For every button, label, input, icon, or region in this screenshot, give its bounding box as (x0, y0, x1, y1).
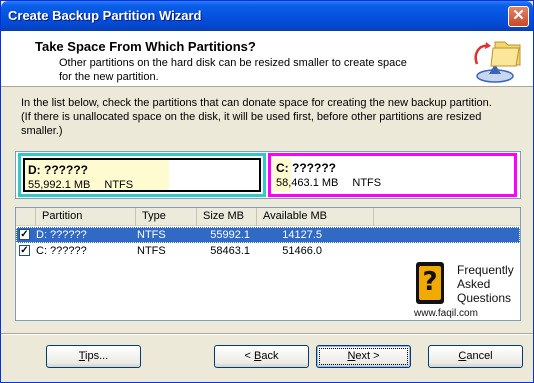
cell-available: 51466.0 (282, 245, 322, 257)
question-mark-glyph: ? (419, 266, 441, 300)
partition-c-fs: NTFS (352, 177, 382, 189)
cell-partition: D: ?????? (36, 229, 87, 241)
column-header-available[interactable]: Available MB (257, 208, 374, 226)
partition-map: D: ?????? 55,992.1 MB NTFS C: ?????? 58,4… (15, 151, 521, 199)
folder-arrow-icon (474, 41, 521, 83)
cell-partition: C: ?????? (36, 245, 87, 257)
column-header-partition[interactable]: Partition (36, 208, 136, 226)
wizard-window: Create Backup Partition Wizard ✕ Take Sp… (0, 0, 534, 383)
faq-line-1: Frequently (457, 263, 514, 277)
partition-c-info: 58,463.1 MB NTFS (276, 177, 395, 189)
wizard-header: Take Space From Which Partitions? Other … (1, 31, 533, 87)
close-button[interactable]: ✕ (508, 6, 529, 27)
partition-c-name: C: ?????? (276, 161, 336, 175)
cell-size: 58463.1 (210, 245, 250, 257)
next-button[interactable]: Next > (316, 345, 411, 368)
table-row[interactable]: ✓ D: ?????? NTFS 55992.1 14127.5 (16, 227, 520, 243)
page-title: Take Space From Which Partitions? (35, 39, 256, 54)
table-row[interactable]: ✓ C: ?????? NTFS 58463.1 51466.0 (16, 243, 520, 259)
cell-size: 55992.1 (210, 229, 250, 241)
faq-line-2: Asked (457, 277, 491, 291)
question-mark-logo-icon: ? (416, 262, 444, 304)
row-checkbox-c[interactable]: ✓ (19, 245, 30, 256)
column-header-size[interactable]: Size MB (197, 208, 257, 226)
partition-block-d[interactable]: D: ?????? 55,992.1 MB NTFS (18, 153, 266, 197)
partition-d-fs: NTFS (104, 179, 134, 191)
faq-url: www.faqil.com (414, 308, 478, 319)
partition-d-info: 55,992.1 MB NTFS (28, 179, 147, 191)
cell-type: NTFS (137, 245, 166, 257)
back-button[interactable]: < Back (214, 345, 309, 368)
footer-divider (1, 333, 533, 335)
column-header-type[interactable]: Type (136, 208, 197, 226)
list-header: Partition Type Size MB Available MB (16, 208, 520, 226)
faq-text: Frequently Asked Questions (457, 263, 514, 305)
cancel-button[interactable]: Cancel (428, 345, 523, 368)
instructions-line-1: In the list below, check the partitions … (21, 97, 492, 109)
window-title: Create Backup Partition Wizard (8, 8, 202, 23)
cell-available: 14127.5 (282, 229, 322, 241)
faq-line-3: Questions (457, 291, 512, 305)
instructions: In the list below, check the partitions … (21, 96, 521, 138)
row-checkbox-d[interactable]: ✓ (19, 229, 30, 240)
partition-block-c[interactable]: C: ?????? 58,463.1 MB NTFS (268, 153, 517, 197)
page-subtitle: Other partitions on the hard disk can be… (59, 57, 407, 83)
partition-d-size: 55,992.1 MB (28, 179, 91, 191)
faq-watermark: ? Frequently Asked Questions www.faqil.c… (412, 260, 520, 320)
partition-d-name: D: ?????? (28, 163, 88, 177)
cell-type: NTFS (137, 229, 166, 241)
title-bar[interactable]: Create Backup Partition Wizard ✕ (1, 1, 533, 31)
partition-c-size: 58,463.1 MB (276, 177, 339, 189)
instructions-line-2: (If there is unallocated space on the di… (21, 111, 482, 137)
tips-button[interactable]: Tips... (46, 345, 141, 368)
column-header-check[interactable] (16, 208, 36, 226)
